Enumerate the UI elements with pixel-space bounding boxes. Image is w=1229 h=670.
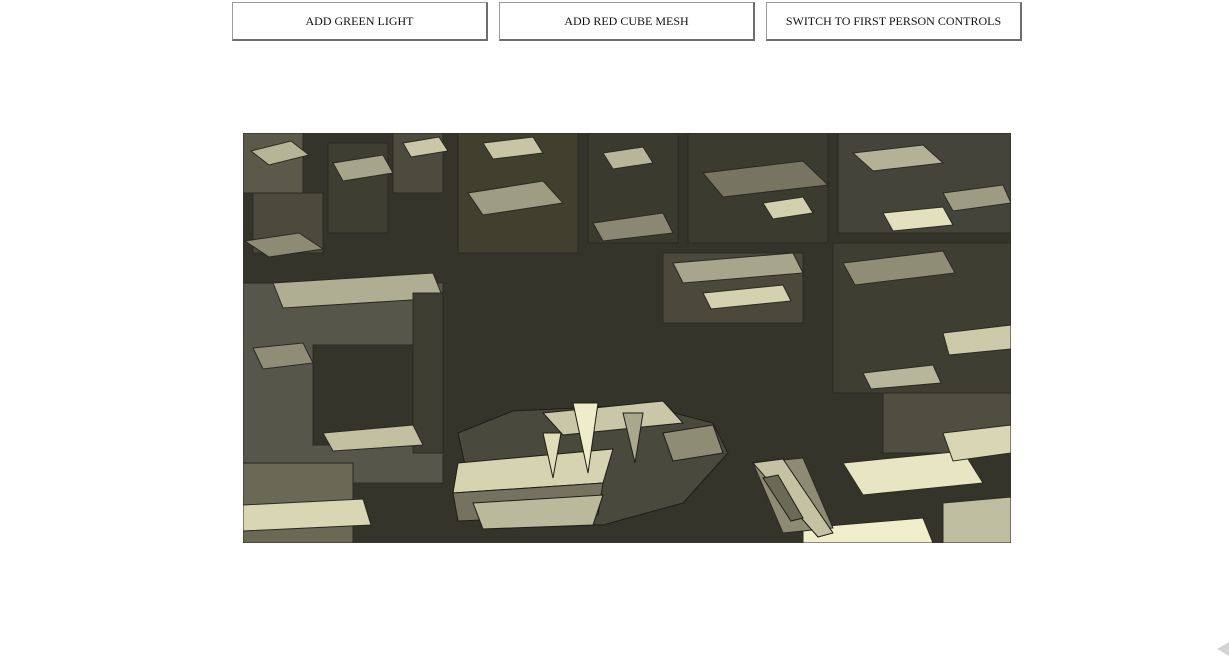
city-scene-render (243, 133, 1011, 543)
building-block-top-right (687, 133, 1011, 244)
scroll-corner-arrow-icon (1217, 642, 1229, 656)
switch-to-first-person-controls-button[interactable]: SWITCH TO FIRST PERSON CONTROLS (766, 2, 1022, 41)
toolbar: ADD GREEN LIGHT ADD RED CUBE MESH SWITCH… (232, 2, 1022, 41)
3d-viewport-canvas[interactable] (243, 133, 1011, 543)
add-red-cube-mesh-button[interactable]: ADD RED CUBE MESH (499, 2, 755, 41)
building-block-top-center (457, 133, 679, 254)
add-green-light-button[interactable]: ADD GREEN LIGHT (232, 2, 488, 41)
